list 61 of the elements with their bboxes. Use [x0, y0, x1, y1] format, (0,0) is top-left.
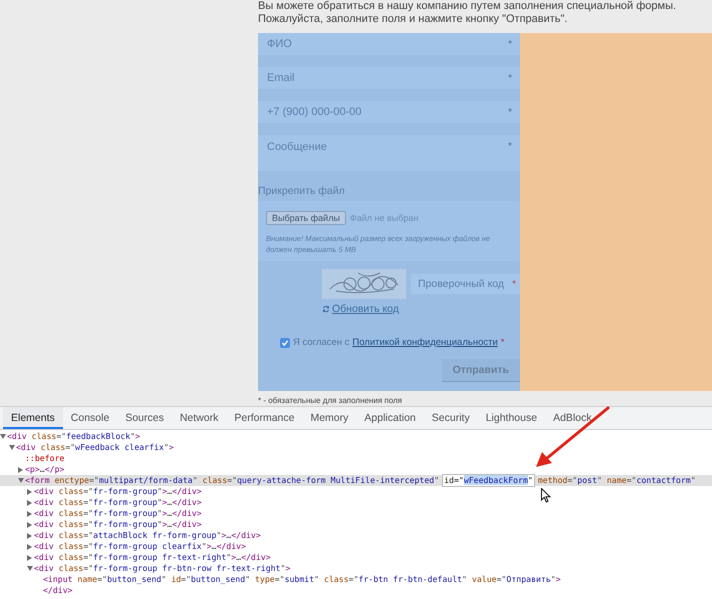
- dom-node-text: <div class="fr-form-group">…</div>: [34, 519, 202, 530]
- expand-triangle-icon[interactable]: [27, 532, 32, 538]
- intro-text: Пожалуйста, заполните поля и нажмите кнопку "Отправить".: [258, 13, 568, 26]
- dom-node-text: <div class="fr-form-group fr-text-right">…</div>: [34, 552, 271, 563]
- devtools-tab[interactable]: Console: [62, 407, 118, 429]
- dom-node-text: </div>: [43, 585, 73, 596]
- mouse-cursor-icon: [541, 488, 551, 503]
- placeholder-text: Проверочный код: [418, 278, 504, 290]
- devtools-tab[interactable]: Performance: [226, 407, 302, 429]
- devtools-tab[interactable]: Security: [424, 407, 478, 429]
- dom-node-text: <div class="attachBlock fr-form-group">…</div>: [34, 530, 261, 541]
- attribute-edit-field[interactable]: id="wFeedbackForm": [443, 475, 534, 486]
- consent-text: Я согласен с: [293, 337, 350, 348]
- devtools-tab[interactable]: Application: [356, 407, 424, 429]
- collapse-triangle-icon[interactable]: [27, 566, 33, 571]
- required-mark: *: [508, 72, 512, 84]
- collapse-triangle-icon[interactable]: [18, 478, 24, 483]
- collapse-triangle-icon[interactable]: [9, 445, 15, 450]
- dom-node-text: <div class="fr-form-group">…</div>: [34, 497, 202, 508]
- placeholder-text: +7 (900) 000-00-00: [267, 106, 362, 118]
- selected-row-highlight[interactable]: <form enctype="multipart/form-data" class="query-attache-form MultiFile-intercepted" id="wFeedbackForm" method="post" name="contactform": [0, 475, 712, 486]
- consent-checkbox[interactable]: [280, 338, 290, 348]
- devtools-tab[interactable]: Sources: [117, 407, 172, 429]
- devtools-tab[interactable]: Elements: [3, 407, 63, 429]
- dom-node-text: method="post" name="contactform": [538, 475, 696, 486]
- placeholder-text: ФИО: [267, 38, 292, 50]
- dom-node-text: <p>…</p>: [25, 464, 64, 475]
- expand-triangle-icon[interactable]: [27, 522, 32, 528]
- placeholder-text: Сообщение: [267, 141, 327, 153]
- privacy-policy-link[interactable]: Политикой конфиденциальности: [352, 337, 498, 348]
- required-fields-note: * - обязательные для заполнения поля: [258, 396, 403, 405]
- required-mark: *: [512, 278, 516, 290]
- refresh-icon[interactable]: [322, 305, 330, 313]
- dom-node-text: <form enctype="multipart/form-data" class="query-attache-form MultiFile-intercepted": [25, 475, 440, 486]
- attach-label: Прикрепить файл: [258, 185, 346, 197]
- devtools-tab[interactable]: Lighthouse: [478, 407, 546, 429]
- dom-node-text: <div class="wFeedback clearfix">: [16, 442, 174, 453]
- required-mark: *: [508, 38, 512, 50]
- devtools-tab[interactable]: AdBlock: [545, 407, 600, 429]
- choose-files-button[interactable]: Выбрать файлы: [266, 211, 346, 225]
- devtools-tab[interactable]: Network: [172, 407, 226, 429]
- dom-node-text: <div class="fr-form-group clearfix">…</div>: [34, 541, 246, 552]
- intro-text: Вы можете обратиться в нашу компанию путем заполнения специальной формы.: [258, 0, 678, 13]
- required-mark: *: [508, 141, 512, 152]
- expand-triangle-icon[interactable]: [27, 510, 32, 516]
- required-mark: *: [500, 337, 504, 348]
- collapse-triangle-icon[interactable]: [0, 434, 6, 439]
- dom-node-text: ::before: [25, 453, 64, 464]
- required-mark: *: [508, 106, 512, 118]
- expand-triangle-icon[interactable]: [27, 500, 32, 506]
- expand-triangle-icon[interactable]: [27, 488, 32, 494]
- dom-node-text: <div class="fr-form-group fr-btn-row fr-text-right">: [34, 563, 290, 574]
- dom-node-text: <div class="fr-form-group">…</div>: [34, 508, 202, 519]
- expand-triangle-icon[interactable]: [27, 544, 32, 550]
- expand-triangle-icon[interactable]: [27, 554, 32, 560]
- placeholder-text: Email: [267, 72, 295, 84]
- devtools-tab[interactable]: Memory: [302, 407, 356, 429]
- expand-triangle-icon[interactable]: [18, 466, 23, 472]
- dom-node-text: <div class="fr-form-group">…</div>: [34, 486, 202, 497]
- dom-node-text: <input name="button_send" id="button_send" type="submit" class="fr-btn fr-btn-default" value="Отправить">: [43, 574, 561, 585]
- dom-node-text: <div class="feedbackBlock">: [7, 431, 140, 442]
